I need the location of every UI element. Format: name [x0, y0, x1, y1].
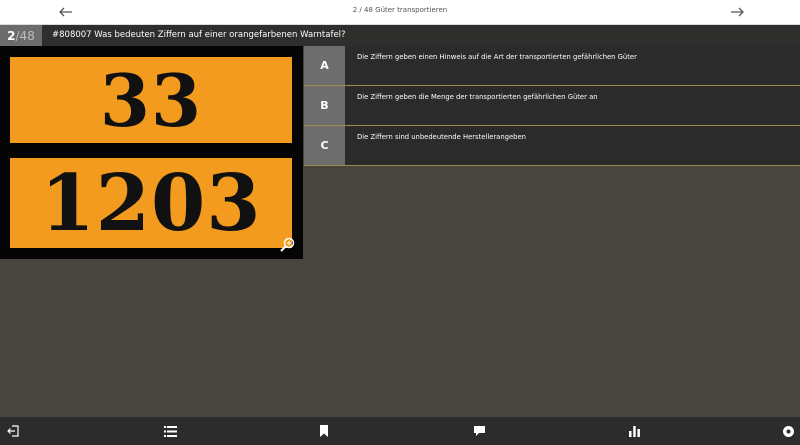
bottom-toolbar: [0, 417, 800, 445]
answer-list: A Die Ziffern geben einen Hinweis auf di…: [304, 46, 800, 166]
question-total: /48: [15, 28, 35, 43]
answer-letter: B: [304, 86, 345, 125]
settings-icon[interactable]: [780, 423, 796, 439]
answer-option-a[interactable]: A Die Ziffern geben einen Hinweis auf di…: [304, 46, 800, 86]
progress-title: 2 / 48 Güter transportieren: [352, 6, 448, 14]
answer-option-b[interactable]: B Die Ziffern geben die Menge der transp…: [304, 86, 800, 126]
zoom-icon[interactable]: [279, 237, 295, 253]
warning-plate-un-number: 1203: [10, 158, 292, 249]
bookmark-icon[interactable]: [316, 423, 332, 439]
question-bar: 2/48 #808007 Was bedeuten Ziffern auf ei…: [0, 25, 800, 46]
answer-option-c[interactable]: C Die Ziffern sind unbedeutende Herstell…: [304, 126, 800, 166]
answer-letter: A: [304, 46, 345, 85]
exit-icon[interactable]: [5, 423, 21, 439]
comment-icon[interactable]: [471, 423, 487, 439]
answer-text: Die Ziffern geben die Menge der transpor…: [357, 93, 598, 101]
stats-icon[interactable]: [626, 423, 642, 439]
question-counter: 2/48: [0, 25, 42, 46]
answer-letter: C: [304, 126, 345, 165]
answer-text: Die Ziffern sind unbedeutende Hersteller…: [357, 133, 526, 141]
question-current: 2: [7, 28, 16, 43]
question-image[interactable]: 33 1203: [0, 46, 303, 259]
warning-plate-hazard-number: 33: [10, 57, 292, 143]
top-bar: 2 / 48 Güter transportieren: [0, 0, 800, 25]
answer-text: Die Ziffern geben einen Hinweis auf die …: [357, 53, 637, 61]
list-icon[interactable]: [162, 423, 178, 439]
forward-arrow-icon[interactable]: [727, 2, 747, 22]
question-text: #808007 Was bedeuten Ziffern auf einer o…: [52, 30, 346, 40]
